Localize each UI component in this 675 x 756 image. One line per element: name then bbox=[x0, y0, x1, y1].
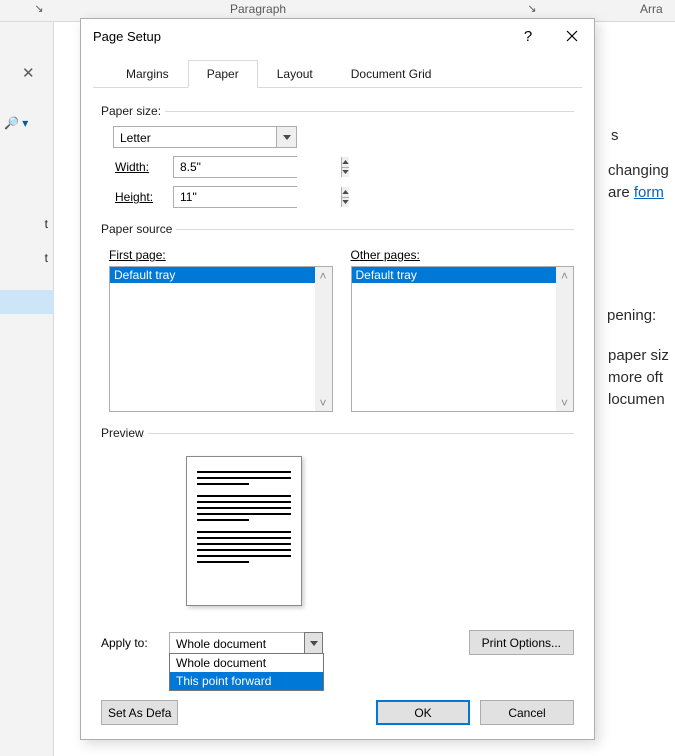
paper-size-value: Letter bbox=[114, 127, 276, 147]
cancel-button[interactable]: Cancel bbox=[480, 700, 574, 725]
ok-button[interactable]: OK bbox=[376, 700, 470, 725]
doc-text: locumen bbox=[608, 391, 665, 408]
doc-link-format[interactable]: form bbox=[634, 184, 664, 201]
dialog-launcher-icon[interactable]: ↘ bbox=[32, 2, 46, 16]
doc-text: changing bbox=[608, 162, 669, 179]
width-input[interactable] bbox=[174, 157, 341, 177]
list-item[interactable]: Default tray bbox=[110, 267, 315, 283]
spin-down-icon[interactable] bbox=[342, 168, 349, 178]
group-paper-size: Paper size: Letter Width: bbox=[101, 104, 574, 212]
set-as-default-button[interactable]: Set As Defa bbox=[101, 700, 178, 725]
paper-size-label: Paper size: bbox=[97, 104, 165, 118]
dropdown-option[interactable]: Whole document bbox=[170, 654, 323, 672]
close-pane-icon[interactable]: ✕ bbox=[22, 64, 35, 82]
width-label: Width: bbox=[113, 160, 173, 174]
other-pages-listbox[interactable]: Default tray ˄ ˅ bbox=[351, 266, 575, 412]
tab-layout[interactable]: Layout bbox=[258, 60, 332, 88]
tab-paper[interactable]: Paper bbox=[188, 60, 258, 88]
height-label: Height: bbox=[113, 190, 173, 204]
ribbon-group-arrange: Arra bbox=[640, 2, 663, 16]
scroll-down-icon[interactable]: ˅ bbox=[556, 394, 573, 411]
spin-up-icon[interactable] bbox=[342, 187, 349, 198]
scroll-up-icon[interactable]: ˄ bbox=[556, 267, 573, 284]
tab-document-grid[interactable]: Document Grid bbox=[332, 60, 451, 88]
dialog-titlebar: Page Setup ? bbox=[81, 19, 594, 53]
apply-to-combo[interactable]: Whole document bbox=[169, 632, 323, 654]
group-preview: Preview bbox=[101, 426, 574, 610]
doc-text: more oft bbox=[608, 369, 663, 386]
tab-margins[interactable]: Margins bbox=[107, 60, 188, 88]
chevron-down-icon[interactable] bbox=[276, 127, 296, 147]
close-icon bbox=[566, 30, 578, 42]
apply-to-label: Apply to: bbox=[101, 636, 169, 650]
first-page-listbox[interactable]: Default tray ˄ ˅ bbox=[109, 266, 333, 412]
tab-strip: Margins Paper Layout Document Grid bbox=[93, 59, 582, 88]
height-spinner[interactable] bbox=[173, 186, 297, 208]
left-pane: ✕ 🔎 ▾ t t bbox=[0, 22, 54, 756]
group-paper-source: Paper source First page: Default tray ˄ … bbox=[101, 222, 574, 416]
print-options-button[interactable]: Print Options... bbox=[469, 630, 574, 655]
other-pages-label: Other pages: bbox=[351, 248, 575, 262]
search-icon[interactable]: 🔎 ▾ bbox=[4, 116, 28, 130]
dialog-title: Page Setup bbox=[93, 29, 506, 44]
scroll-up-icon[interactable]: ˄ bbox=[315, 267, 332, 284]
nav-item-2[interactable]: t bbox=[0, 246, 54, 270]
page-setup-dialog: Page Setup ? Margins Paper Layout Docume… bbox=[80, 18, 595, 740]
page-preview-icon bbox=[186, 456, 302, 606]
spin-up-icon[interactable] bbox=[342, 157, 349, 168]
ribbon-group-paragraph: Paragraph bbox=[230, 2, 286, 16]
help-button[interactable]: ? bbox=[506, 20, 550, 52]
apply-to-dropdown[interactable]: Whole document This point forward bbox=[169, 653, 324, 691]
doc-text: s bbox=[611, 127, 619, 144]
first-page-label: First page: bbox=[109, 248, 333, 262]
preview-label: Preview bbox=[97, 426, 148, 440]
spin-down-icon[interactable] bbox=[342, 198, 349, 208]
close-button[interactable] bbox=[550, 20, 594, 52]
height-input[interactable] bbox=[174, 187, 341, 207]
paper-size-combo[interactable]: Letter bbox=[113, 126, 297, 148]
scrollbar[interactable]: ˄ ˅ bbox=[556, 267, 573, 411]
list-item[interactable]: Default tray bbox=[352, 267, 557, 283]
apply-to-value: Whole document bbox=[170, 633, 304, 653]
nav-item-active[interactable] bbox=[0, 290, 54, 314]
doc-text: are form bbox=[608, 184, 664, 201]
scroll-down-icon[interactable]: ˅ bbox=[315, 394, 332, 411]
dialog-launcher-icon[interactable]: ↘ bbox=[525, 2, 539, 16]
paper-source-label: Paper source bbox=[97, 222, 176, 236]
scrollbar[interactable]: ˄ ˅ bbox=[315, 267, 332, 411]
dropdown-option[interactable]: This point forward bbox=[170, 672, 323, 690]
doc-text: paper siz bbox=[608, 347, 669, 364]
nav-item-1[interactable]: t bbox=[0, 212, 54, 236]
width-spinner[interactable] bbox=[173, 156, 297, 178]
chevron-down-icon[interactable] bbox=[304, 632, 323, 654]
doc-text: pening: bbox=[607, 307, 656, 324]
